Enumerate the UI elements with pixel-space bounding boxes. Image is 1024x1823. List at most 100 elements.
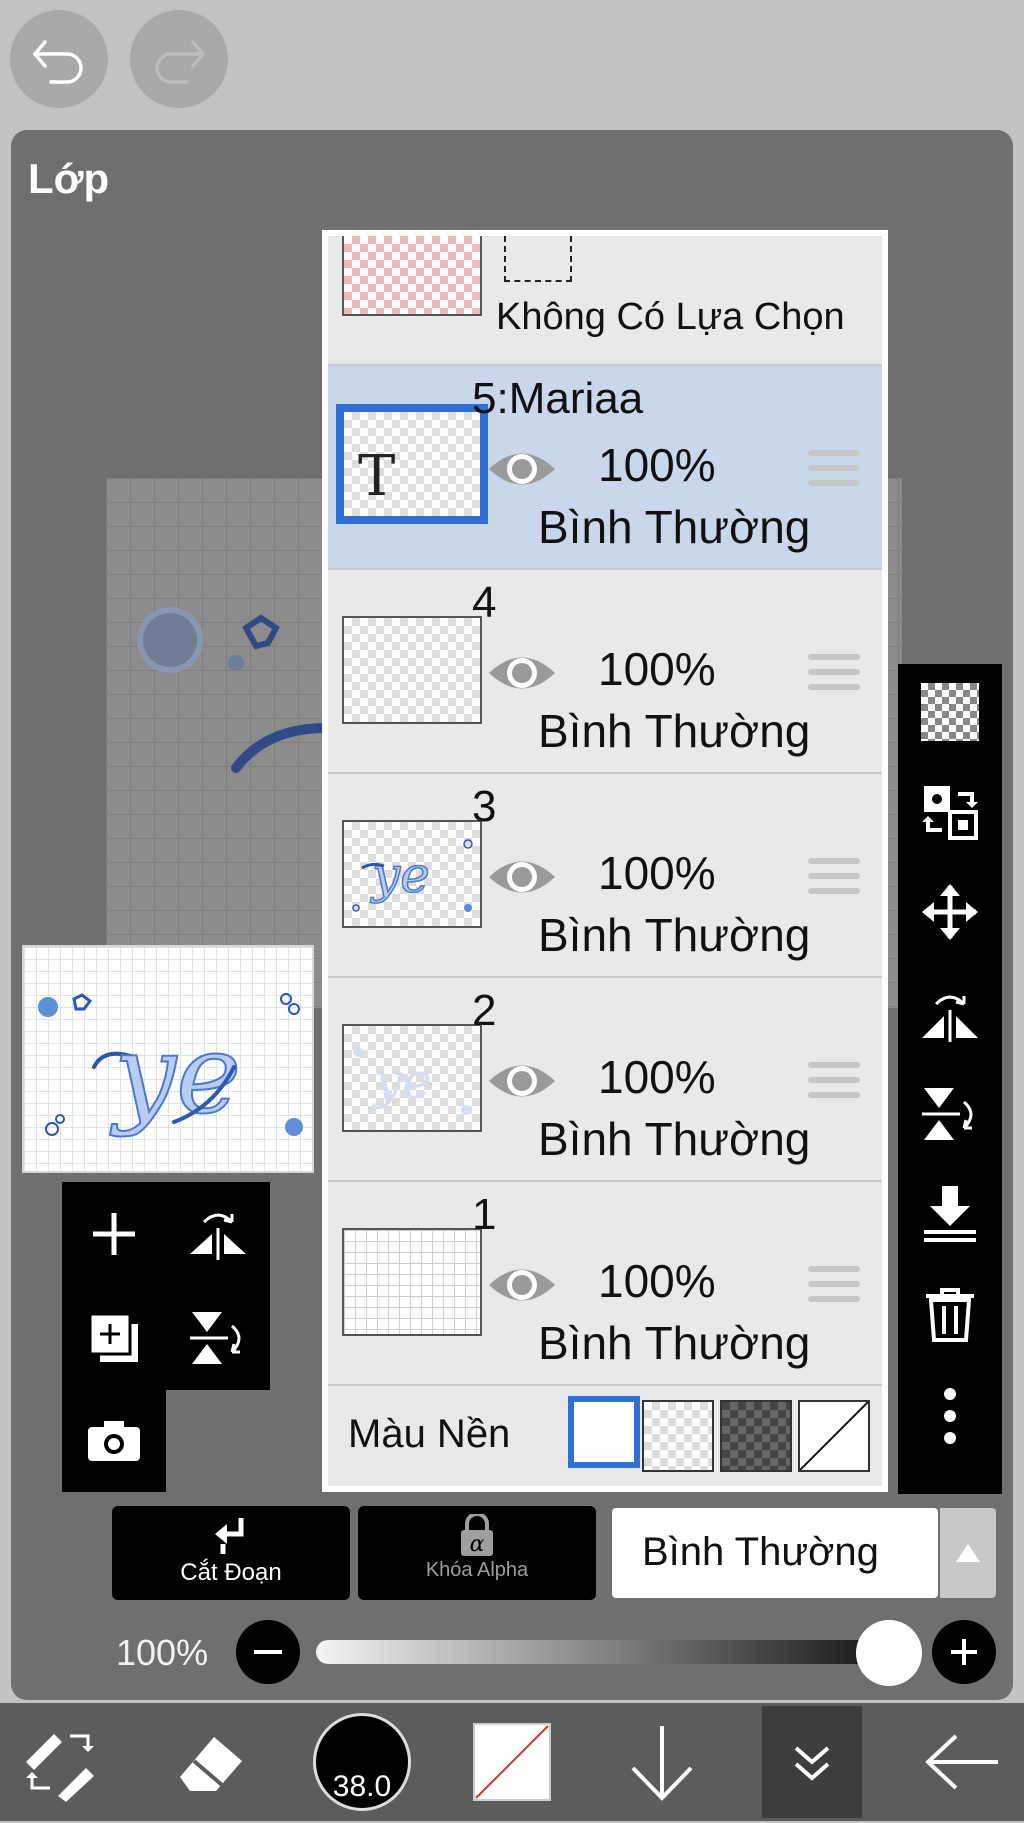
clipping-button[interactable]: Cắt Đoạn xyxy=(112,1506,350,1600)
selection-marquee-icon xyxy=(504,236,572,282)
layer-thumbnail: ye xyxy=(342,820,482,928)
opacity-slider[interactable] xyxy=(316,1640,896,1664)
clipping-label: Cắt Đoạn xyxy=(180,1559,282,1586)
visibility-eye-icon[interactable] xyxy=(486,1260,558,1310)
move-layer-button[interactable] xyxy=(920,882,980,942)
layer-name: 1 xyxy=(472,1190,497,1239)
opacity-slider-knob[interactable] xyxy=(856,1620,923,1686)
layer-name: 4 xyxy=(472,578,497,627)
tool-switch-button[interactable] xyxy=(10,1712,110,1812)
brush-eraser-swap-icon xyxy=(26,1734,94,1802)
layer-blend-mode: Bình Thường xyxy=(538,1113,811,1165)
camera-icon xyxy=(88,1421,140,1461)
add-layer-copy-button[interactable] xyxy=(74,1298,154,1378)
move-layer-down-button[interactable] xyxy=(612,1712,712,1812)
layer-thumbnail: ye xyxy=(342,1024,482,1132)
layer-blend-mode: Bình Thường xyxy=(538,705,811,757)
flip-layer-horizontal-button[interactable] xyxy=(920,984,980,1044)
layer-row-4[interactable]: 4 100% Bình Thường xyxy=(328,570,882,774)
undo-button[interactable] xyxy=(10,10,108,108)
selection-row[interactable]: Không Có Lựa Chọn xyxy=(328,236,882,366)
blend-mode-dropdown-button[interactable] xyxy=(940,1508,996,1598)
flip-vertical-icon xyxy=(922,1088,973,1140)
lock-icon: α xyxy=(461,1512,493,1557)
trash-icon xyxy=(926,1288,974,1342)
alpha-lock-button[interactable]: α Khóa Alpha xyxy=(358,1506,596,1600)
layer-art: ye xyxy=(352,839,473,912)
thumbnail-artwork: ye xyxy=(38,993,303,1139)
background-color-row: Màu Nền xyxy=(328,1386,882,1486)
layer-blend-mode: Bình Thường xyxy=(538,1317,811,1369)
back-button[interactable] xyxy=(912,1712,1012,1812)
alpha-lock-label: Khóa Alpha xyxy=(425,1559,529,1581)
more-options-button[interactable] xyxy=(920,1386,980,1446)
opacity-increase-button[interactable] xyxy=(932,1620,996,1684)
color-swatch-icon xyxy=(473,1723,551,1801)
panel-title: Lớp xyxy=(28,155,110,202)
camera-button[interactable] xyxy=(74,1400,154,1480)
selection-label: Không Có Lựa Chọn xyxy=(496,296,845,338)
drag-handle-icon[interactable] xyxy=(808,1266,860,1306)
bg-none-swatch[interactable] xyxy=(798,1400,870,1472)
color-button[interactable] xyxy=(462,1712,562,1812)
visibility-eye-icon[interactable] xyxy=(486,852,558,902)
visibility-eye-icon[interactable] xyxy=(486,1056,558,1106)
text-layer-icon: T xyxy=(358,444,396,509)
swap-icon xyxy=(922,786,978,840)
minus-icon xyxy=(254,1650,282,1654)
redo-button[interactable] xyxy=(130,10,228,108)
bg-white-swatch[interactable] xyxy=(568,1396,640,1468)
drag-handle-icon[interactable] xyxy=(808,1062,860,1102)
opacity-label: 100% xyxy=(116,1632,209,1673)
flip-horizontal-icon xyxy=(922,995,978,1042)
layer-opacity: 100% xyxy=(598,1051,716,1103)
brush-size-icon: 38.0 xyxy=(313,1713,411,1811)
visibility-eye-icon[interactable] xyxy=(486,648,558,698)
more-vertical-icon xyxy=(944,1388,956,1444)
brush-size-button[interactable]: 38.0 xyxy=(312,1712,412,1812)
layer-row-5[interactable]: T 5:Mariaa 100% Bình Thường xyxy=(328,366,882,570)
move-icon xyxy=(922,884,978,940)
drag-handle-icon[interactable] xyxy=(808,858,860,898)
flip-vertical-icon xyxy=(190,1312,241,1364)
plus-icon xyxy=(951,1639,977,1665)
flip-layer-vertical-button[interactable] xyxy=(920,1084,980,1144)
background-label: Màu Nền xyxy=(348,1412,511,1456)
arrow-left-icon xyxy=(925,1734,998,1790)
bg-transparent-light-swatch[interactable] xyxy=(642,1400,714,1472)
bg-transparent-dark-swatch[interactable] xyxy=(720,1400,792,1472)
add-copy-icon xyxy=(88,1312,138,1362)
layer-opacity: 100% xyxy=(598,847,716,899)
selection-thumbnail xyxy=(342,236,482,316)
canvas-thumbnail[interactable]: ye xyxy=(22,945,314,1173)
flip-vertical-button[interactable] xyxy=(178,1298,258,1378)
drag-handle-icon[interactable] xyxy=(808,654,860,694)
add-layer-button[interactable] xyxy=(74,1194,154,1274)
svg-text:α: α xyxy=(470,1532,485,1557)
layer-panel-toggle[interactable] xyxy=(762,1706,862,1818)
layer-thumbnail xyxy=(342,616,482,724)
layer-thumbnail: T xyxy=(336,404,488,524)
brush-size-value: 38.0 xyxy=(332,1770,392,1803)
swap-layer-button[interactable] xyxy=(920,782,980,842)
layer-name: 2 xyxy=(472,986,497,1035)
checkerboard-icon xyxy=(921,683,979,741)
layer-list: Không Có Lựa Chọn T 5:Mariaa 100% Bình T… xyxy=(322,230,888,1492)
merge-down-button[interactable] xyxy=(920,1184,980,1244)
layer-row-1[interactable]: 1 100% Bình Thường xyxy=(328,1182,882,1386)
layer-row-3[interactable]: ye 3 100% Bình Thường xyxy=(328,774,882,978)
opacity-decrease-button[interactable] xyxy=(236,1620,300,1684)
drag-handle-icon[interactable] xyxy=(808,450,860,490)
undo-icon xyxy=(33,40,83,84)
layer-opacity: 100% xyxy=(598,643,716,695)
eraser-button[interactable] xyxy=(160,1712,260,1812)
layer-row-2[interactable]: ye 2 100% Bình Thường xyxy=(328,978,882,1182)
blend-mode-select[interactable]: Bình Thường xyxy=(612,1508,938,1598)
double-chevron-down-icon xyxy=(794,1746,830,1781)
visibility-eye-icon[interactable] xyxy=(486,444,558,494)
svg-text:ye: ye xyxy=(370,846,430,904)
transparency-button[interactable] xyxy=(920,682,980,742)
flip-horizontal-button[interactable] xyxy=(178,1194,258,1274)
delete-layer-button[interactable] xyxy=(920,1284,980,1344)
merge-down-icon xyxy=(924,1186,976,1242)
